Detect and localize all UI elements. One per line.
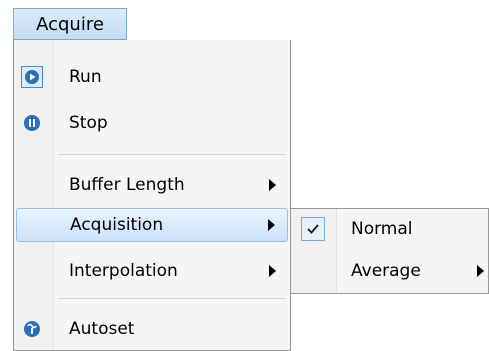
submenu-item-average[interactable]: Average xyxy=(293,253,488,289)
acquire-dropdown-menu: Run Stop Buffer Length Acquisition Inter… xyxy=(13,40,291,351)
menu-separator xyxy=(58,154,286,155)
menu-item-label: Autoset xyxy=(69,319,135,339)
menu-item-stop[interactable]: Stop xyxy=(16,106,288,140)
autoset-icon xyxy=(21,318,43,340)
submenu-item-normal[interactable]: Normal xyxy=(293,211,488,247)
acquire-menu-label: Acquire xyxy=(36,13,104,35)
submenu-arrow-icon xyxy=(269,179,276,191)
acquisition-submenu: Normal Average xyxy=(290,208,489,294)
menu-item-label: Interpolation xyxy=(69,261,178,281)
menu-item-interpolation[interactable]: Interpolation xyxy=(16,254,288,288)
menu-item-autoset[interactable]: Autoset xyxy=(16,312,288,346)
acquire-menu-button[interactable]: Acquire xyxy=(13,8,127,40)
menu-item-label: Acquisition xyxy=(70,215,164,235)
menu-item-run[interactable]: Run xyxy=(16,60,288,94)
checkmark-icon xyxy=(301,217,325,241)
submenu-arrow-icon xyxy=(269,265,276,277)
stop-icon xyxy=(21,112,43,134)
menu-item-acquisition[interactable]: Acquisition xyxy=(16,208,288,242)
submenu-item-label: Normal xyxy=(351,219,413,239)
submenu-arrow-icon xyxy=(477,265,484,277)
submenu-arrow-icon xyxy=(268,219,275,231)
menu-item-buffer-length[interactable]: Buffer Length xyxy=(16,168,288,202)
run-icon xyxy=(21,66,43,88)
menu-separator xyxy=(58,298,286,299)
menu-item-label: Stop xyxy=(69,113,108,133)
menu-item-label: Buffer Length xyxy=(69,175,185,195)
submenu-item-label: Average xyxy=(351,261,421,281)
menu-item-label: Run xyxy=(69,67,102,87)
